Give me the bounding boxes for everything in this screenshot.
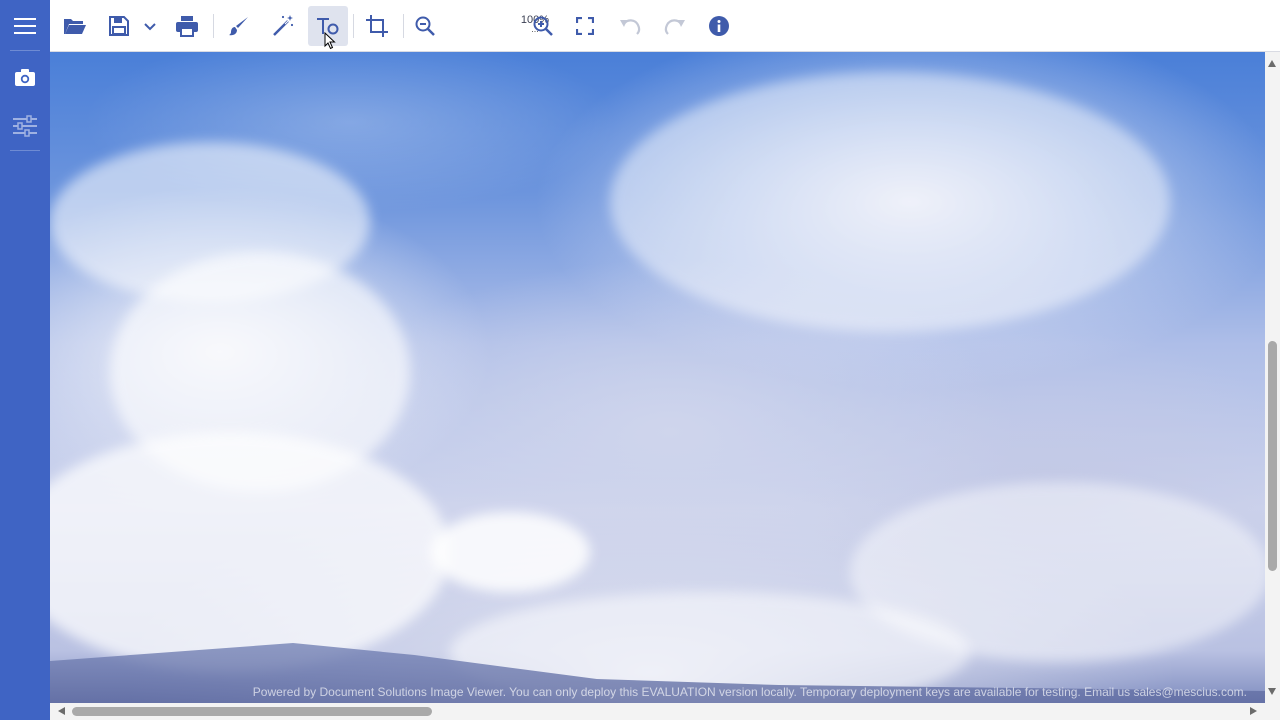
left-sidebar xyxy=(0,0,50,720)
info-icon xyxy=(709,16,729,36)
brush-icon xyxy=(229,17,248,36)
toolbar: 100% ... xyxy=(50,0,1280,52)
save-dropdown-button[interactable] xyxy=(136,8,164,44)
camera-icon xyxy=(15,69,35,86)
save-icon xyxy=(109,16,129,36)
redo-icon xyxy=(664,19,685,35)
print-button[interactable] xyxy=(171,8,203,44)
zoom-out-icon xyxy=(415,16,435,36)
magic-wand-button[interactable] xyxy=(267,8,299,44)
zoom-in-button[interactable] xyxy=(527,8,559,44)
fit-screen-button[interactable] xyxy=(569,8,601,44)
chevron-down-icon xyxy=(144,23,156,31)
vertical-scrollbar[interactable] xyxy=(1265,52,1280,703)
toolbar-divider xyxy=(403,14,404,38)
horizontal-scrollbar[interactable] xyxy=(50,703,1265,720)
save-button[interactable] xyxy=(103,8,135,44)
cloud-shape xyxy=(610,72,1170,332)
sliders-icon xyxy=(13,115,37,137)
sidebar-divider xyxy=(10,50,40,51)
undo-icon xyxy=(620,19,641,35)
vertical-scroll-thumb[interactable] xyxy=(1268,341,1277,571)
scroll-up-arrow-icon[interactable] xyxy=(1268,60,1276,67)
brush-button[interactable] xyxy=(223,8,255,44)
sidebar-divider xyxy=(10,150,40,151)
scroll-right-arrow-icon[interactable] xyxy=(1250,707,1257,715)
undo-button[interactable] xyxy=(614,8,646,44)
adjustments-button[interactable] xyxy=(0,106,50,146)
crop-icon xyxy=(366,15,388,37)
evaluation-watermark: Powered by Document Solutions Image View… xyxy=(252,685,1247,699)
fullscreen-icon xyxy=(576,17,594,35)
toolbar-divider xyxy=(213,14,214,38)
horizontal-scroll-thumb[interactable] xyxy=(72,707,432,716)
mouse-cursor-icon xyxy=(324,32,336,50)
crop-button[interactable] xyxy=(361,8,393,44)
camera-button[interactable] xyxy=(0,57,50,97)
scroll-down-arrow-icon[interactable] xyxy=(1268,688,1276,695)
cloud-shape xyxy=(50,432,450,672)
about-button[interactable] xyxy=(703,8,735,44)
redo-button[interactable] xyxy=(659,8,691,44)
zoom-in-icon xyxy=(533,16,553,36)
cloud-shape xyxy=(430,512,590,592)
zoom-out-button[interactable] xyxy=(409,8,441,44)
scrollbar-corner xyxy=(1265,703,1280,720)
print-icon xyxy=(176,16,198,37)
toolbar-divider xyxy=(353,14,354,38)
open-button[interactable] xyxy=(59,8,91,44)
image-canvas[interactable]: Powered by Document Solutions Image View… xyxy=(50,52,1265,703)
scroll-left-arrow-icon[interactable] xyxy=(58,707,65,715)
menu-icon xyxy=(14,18,36,34)
folder-open-icon xyxy=(64,19,86,34)
menu-button[interactable] xyxy=(0,6,50,46)
magic-wand-icon xyxy=(273,15,294,36)
